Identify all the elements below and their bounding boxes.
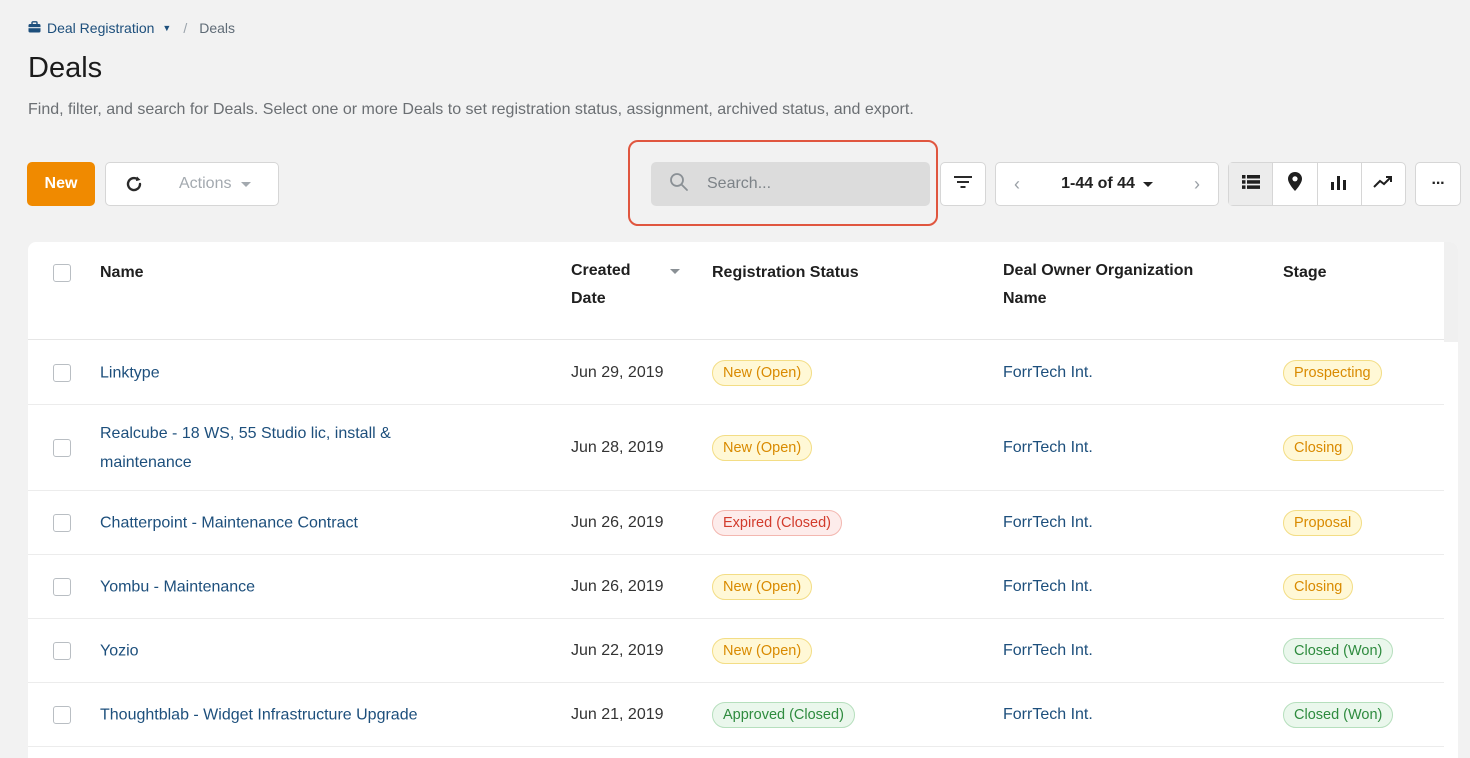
bar-chart-icon xyxy=(1330,174,1348,195)
scrollbar[interactable] xyxy=(1444,242,1458,342)
row-checkbox[interactable] xyxy=(53,439,71,457)
list-view-button[interactable] xyxy=(1229,163,1274,205)
next-page-button[interactable]: › xyxy=(1194,174,1200,195)
table-row[interactable]: Chatterpoint - Maintenance Contract Jun … xyxy=(28,491,1444,555)
created-date: Jun 26, 2019 xyxy=(571,513,664,531)
created-date: Jun 22, 2019 xyxy=(571,641,664,659)
column-header-deal-owner-org[interactable]: Deal Owner Organization Name xyxy=(1003,257,1193,313)
org-line1: Deal Owner Organization xyxy=(1003,262,1194,279)
search-box[interactable] xyxy=(651,162,930,206)
row-checkbox[interactable] xyxy=(53,364,71,382)
sort-desc-icon[interactable] xyxy=(670,269,680,274)
breadcrumb-separator: / xyxy=(183,20,188,36)
filter-icon xyxy=(953,174,973,195)
deals-table: Name Created Date Registration Status De… xyxy=(28,242,1458,758)
action-group: Actions xyxy=(105,162,279,206)
stage-badge: Closing xyxy=(1283,573,1354,600)
row-checkbox[interactable] xyxy=(53,578,71,596)
caret-down-icon xyxy=(1142,181,1153,187)
page-title: Deals xyxy=(28,52,103,84)
table-row[interactable]: Thoughtblab - Widget Infrastructure Upgr… xyxy=(28,683,1444,747)
org-name-link[interactable]: ForrTech Int. xyxy=(1003,706,1093,724)
page-range-dropdown[interactable]: 1-44 of 44 xyxy=(1061,175,1153,193)
column-header-created-date[interactable]: Created Date xyxy=(571,257,631,313)
registration-status-badge: Approved (Closed) xyxy=(712,701,855,728)
org-name-link[interactable]: ForrTech Int. xyxy=(1003,578,1093,596)
actions-dropdown[interactable]: Actions xyxy=(179,175,252,193)
deal-name-link[interactable]: Chatterpoint - Maintenance Contract xyxy=(100,508,480,537)
breadcrumb: Deal Registration ▼ / Deals xyxy=(28,20,235,36)
refresh-icon[interactable] xyxy=(106,173,162,195)
org-line2: Name xyxy=(1003,290,1047,307)
table-header: Name Created Date Registration Status De… xyxy=(28,242,1444,340)
map-pin-icon xyxy=(1287,172,1302,196)
pager: ‹ 1-44 of 44 › xyxy=(995,162,1219,206)
registration-status-badge: Expired (Closed) xyxy=(712,509,842,536)
created-date: Jun 28, 2019 xyxy=(571,438,664,456)
deal-name-link[interactable]: Linktype xyxy=(100,358,480,387)
select-all-checkbox[interactable] xyxy=(53,264,71,282)
prev-page-button[interactable]: ‹ xyxy=(1014,174,1020,195)
created-date: Jun 26, 2019 xyxy=(571,577,664,595)
list-icon xyxy=(1241,174,1260,194)
filter-button[interactable] xyxy=(940,162,986,206)
caret-down-icon[interactable]: ▼ xyxy=(162,23,171,33)
stage-badge: Closing xyxy=(1283,434,1354,461)
search-icon xyxy=(669,172,689,197)
column-header-name[interactable]: Name xyxy=(100,259,144,287)
page-description: Find, filter, and search for Deals. Sele… xyxy=(28,101,914,118)
created-date: Jun 21, 2019 xyxy=(571,705,664,723)
view-switcher xyxy=(1228,162,1406,206)
map-view-button[interactable] xyxy=(1273,163,1318,205)
row-checkbox[interactable] xyxy=(53,706,71,724)
table-row[interactable]: Realcube - 18 WS, 55 Studio lic, install… xyxy=(28,405,1444,491)
trending-up-icon xyxy=(1373,175,1393,194)
org-name-link[interactable]: ForrTech Int. xyxy=(1003,642,1093,660)
column-header-registration-status[interactable]: Registration Status xyxy=(712,259,859,287)
org-name-link[interactable]: ForrTech Int. xyxy=(1003,514,1093,532)
org-name-link[interactable]: ForrTech Int. xyxy=(1003,439,1093,457)
column-header-stage[interactable]: Stage xyxy=(1283,259,1327,287)
page-range-label: 1-44 of 44 xyxy=(1061,175,1135,192)
row-checkbox[interactable] xyxy=(53,514,71,532)
org-name-link[interactable]: ForrTech Int. xyxy=(1003,364,1093,382)
search-input[interactable] xyxy=(707,175,907,193)
stage-badge: Prospecting xyxy=(1283,359,1382,386)
deal-name-link[interactable]: Yombu - Maintenance xyxy=(100,572,480,601)
table-row[interactable]: Yombu - Maintenance Jun 26, 2019 New (Op… xyxy=(28,555,1444,619)
new-button[interactable]: New xyxy=(27,162,95,206)
deal-name-link[interactable]: Yozio xyxy=(100,636,480,665)
trend-view-button[interactable] xyxy=(1362,163,1405,205)
stage-badge: Closed (Won) xyxy=(1283,701,1394,728)
created-date: Jun 29, 2019 xyxy=(571,363,664,381)
registration-status-badge: New (Open) xyxy=(712,637,813,664)
created-line2: Date xyxy=(571,290,606,307)
registration-status-badge: New (Open) xyxy=(712,434,813,461)
caret-down-icon xyxy=(241,181,252,187)
more-options-button[interactable]: ··· xyxy=(1415,162,1461,206)
breadcrumb-parent[interactable]: Deal Registration xyxy=(47,20,154,36)
breadcrumb-current: Deals xyxy=(199,20,235,36)
actions-label: Actions xyxy=(179,175,232,192)
briefcase-icon xyxy=(28,20,41,36)
table-row[interactable]: Linktype Jun 29, 2019 New (Open) ForrTec… xyxy=(28,341,1444,405)
registration-status-badge: New (Open) xyxy=(712,359,813,386)
deal-name-link[interactable]: Realcube - 18 WS, 55 Studio lic, install… xyxy=(100,419,480,477)
table-row[interactable]: Yozio Jun 22, 2019 New (Open) ForrTech I… xyxy=(28,619,1444,683)
row-checkbox[interactable] xyxy=(53,642,71,660)
stage-badge: Closed (Won) xyxy=(1283,637,1394,664)
more-icon: ··· xyxy=(1431,175,1446,192)
chart-view-button[interactable] xyxy=(1318,163,1362,205)
registration-status-badge: New (Open) xyxy=(712,573,813,600)
deal-name-link[interactable]: Thoughtblab - Widget Infrastructure Upgr… xyxy=(100,700,480,729)
stage-badge: Proposal xyxy=(1283,509,1363,536)
created-line1: Created xyxy=(571,262,631,279)
